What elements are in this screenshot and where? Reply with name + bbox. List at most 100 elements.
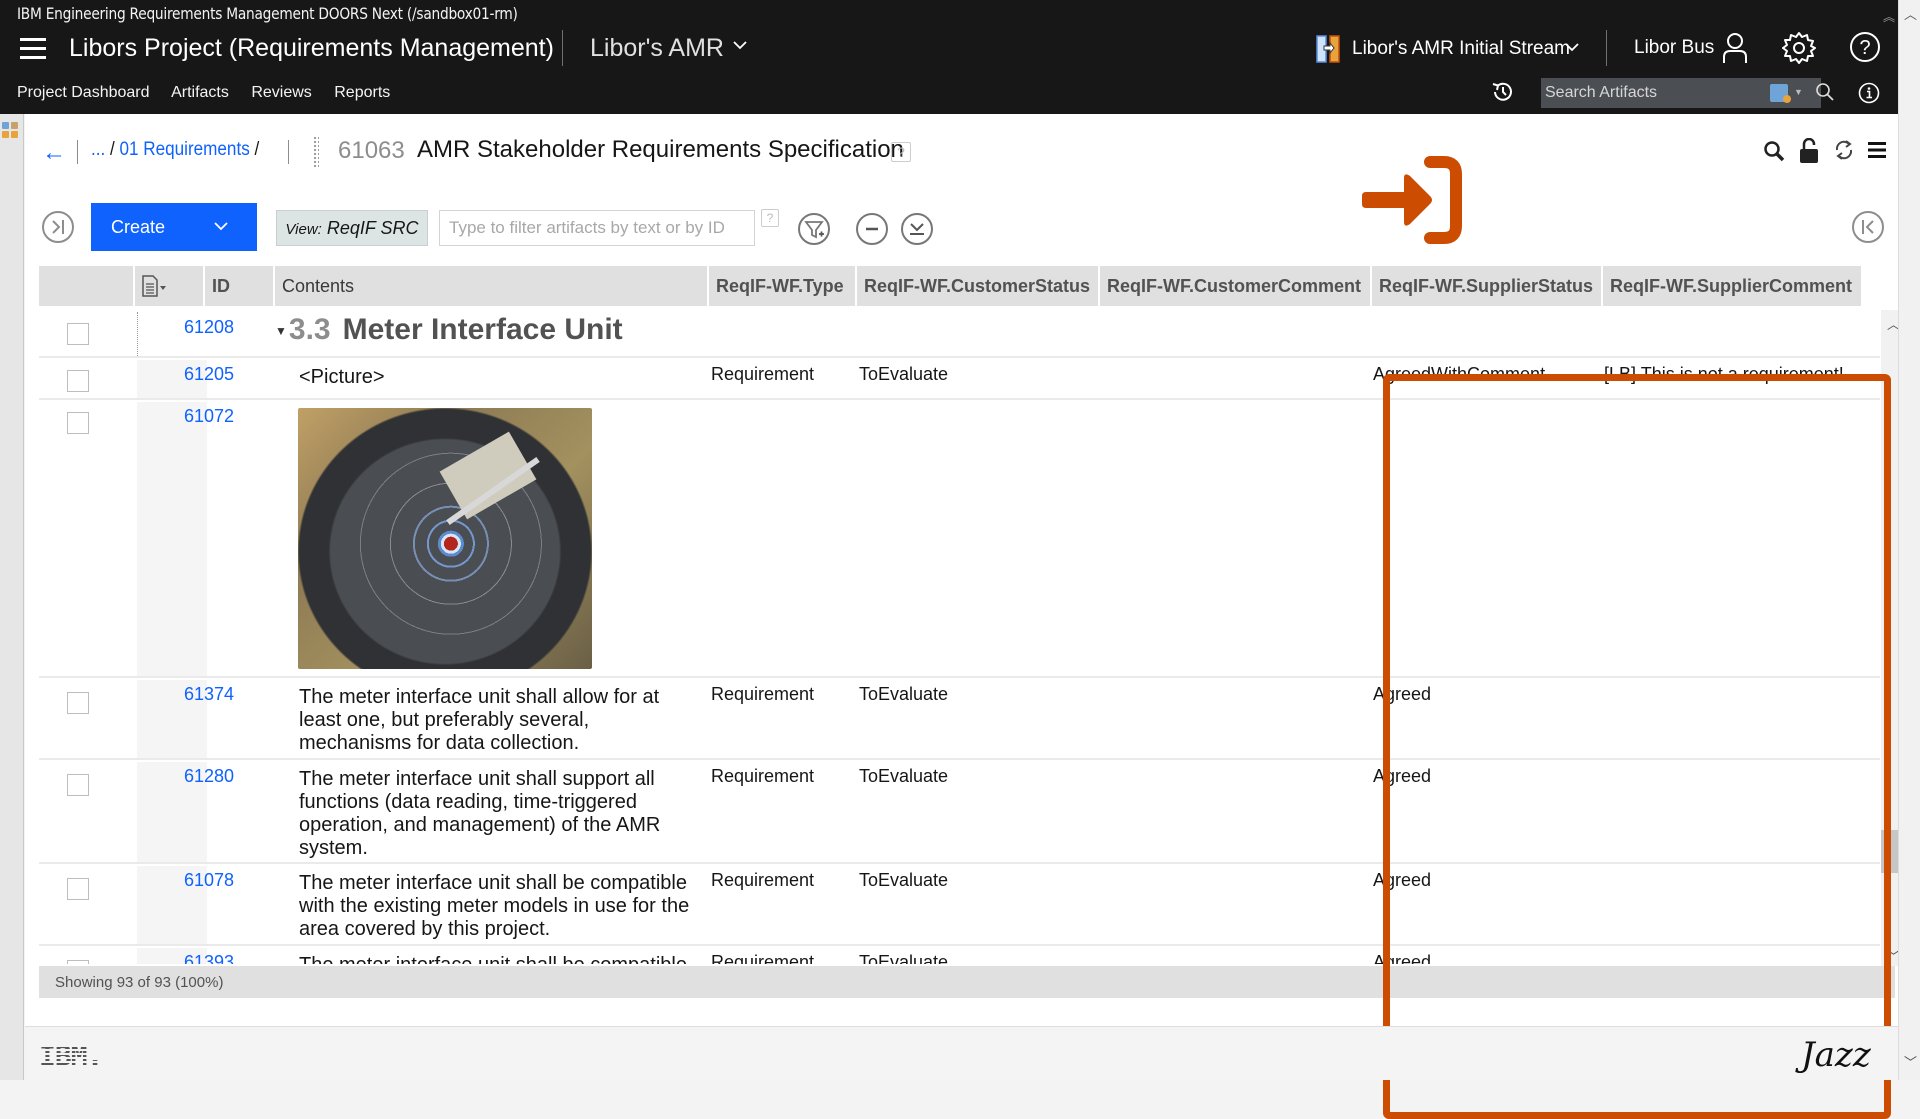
table-row[interactable]: 61280 The meter interface unit shall sup…: [39, 762, 1880, 864]
meter-photo-image[interactable]: [298, 408, 592, 669]
search-icon[interactable]: [1815, 82, 1835, 102]
caret-down-icon[interactable]: ▼: [1794, 87, 1803, 97]
table-row[interactable]: 61208 ▼3.3 Meter Interface Unit: [39, 312, 1880, 358]
cell-customer-status: ToEvaluate: [859, 364, 949, 384]
header-select-column[interactable]: [39, 266, 135, 306]
expand-sidebar-icon[interactable]: [41, 210, 75, 244]
add-filter-icon[interactable]: [797, 212, 831, 246]
row-checkbox[interactable]: [67, 774, 89, 796]
row-checkbox[interactable]: [67, 370, 89, 392]
search-scope-icon[interactable]: [1770, 84, 1791, 103]
row-checkbox[interactable]: [67, 692, 89, 714]
create-button-label: Create: [111, 217, 166, 237]
artifact-id-link[interactable]: 61078: [184, 870, 234, 891]
table-row[interactable]: 61205 <Picture> Requirement ToEvaluate A…: [39, 360, 1880, 400]
svg-text:?: ?: [1859, 37, 1870, 59]
column-header-type[interactable]: ReqIF-WF.Type: [709, 266, 857, 306]
column-header-customer-comment[interactable]: ReqIF-WF.CustomerComment: [1100, 266, 1372, 306]
chevron-down-icon[interactable]: [733, 38, 747, 52]
cell-supplier-status: Agreed: [1373, 870, 1432, 890]
nav-artifacts[interactable]: Artifacts: [171, 84, 229, 101]
row-select-cell: [39, 866, 137, 944]
back-arrow-icon[interactable]: ←: [42, 139, 66, 167]
row-select-cell: [39, 402, 137, 676]
refresh-icon[interactable]: [1833, 138, 1855, 162]
row-checkbox[interactable]: [67, 960, 89, 964]
annotation-arrow-icon: [1362, 156, 1462, 244]
scroll-up-icon[interactable]: ︿: [1904, 4, 1917, 23]
row-select-cell: [39, 762, 137, 862]
menu-icon[interactable]: [20, 38, 46, 60]
artifact-id-link[interactable]: 61280: [184, 766, 234, 787]
mini-dashboard-rail: [0, 114, 24, 1080]
view-selector[interactable]: View: ReqIF SRC: [276, 210, 428, 246]
module-editor: ← ... / 01 Requirements / 61063 AMR Stak…: [25, 114, 1905, 1119]
stream-selector[interactable]: Libor's AMR Initial Stream: [1352, 38, 1570, 60]
cell-customer-status: ToEvaluate: [859, 952, 949, 964]
module-title: AMR Stakeholder Requirements Specificati…: [417, 136, 904, 163]
app-title: IBM Engineering Requirements Management …: [17, 4, 518, 23]
breadcrumb-ellipsis[interactable]: ...: [91, 139, 105, 160]
history-icon[interactable]: [1491, 80, 1515, 104]
help-bubble-icon[interactable]: ?: [761, 209, 779, 227]
user-name[interactable]: Libor Bus: [1634, 37, 1714, 59]
artifact-id-link[interactable]: 61374: [184, 684, 234, 705]
scroll-down-icon[interactable]: ﹀: [1904, 1052, 1917, 1071]
help-bubble-icon[interactable]: ?: [891, 142, 911, 162]
breadcrumb-folder[interactable]: 01 Requirements: [120, 139, 250, 160]
column-header-id[interactable]: ID: [205, 266, 275, 306]
artifact-contents[interactable]: The meter interface unit shall be compat…: [299, 954, 694, 964]
mini-dashboard-icon[interactable]: [2, 122, 20, 140]
collapse-all-icon[interactable]: [855, 212, 889, 246]
chevron-down-icon[interactable]: [1565, 40, 1579, 54]
table-row[interactable]: 61374 The meter interface unit shall all…: [39, 680, 1880, 760]
breadcrumb-divider: [77, 140, 78, 164]
collapse-twisty-icon[interactable]: ▼: [275, 324, 287, 338]
collapse-header-icon[interactable]: ︽: [1883, 8, 1895, 25]
nav-reports[interactable]: Reports: [334, 84, 390, 101]
project-name[interactable]: Libors Project (Requirements Management): [69, 34, 554, 63]
row-checkbox[interactable]: [67, 323, 89, 345]
header-config-column[interactable]: [135, 266, 205, 306]
column-header-contents[interactable]: Contents: [275, 266, 709, 306]
artifact-contents[interactable]: The meter interface unit shall support a…: [299, 768, 694, 860]
artifact-id-link[interactable]: 61205: [184, 364, 234, 385]
component-selector[interactable]: Libor's AMR: [590, 34, 724, 63]
help-icon[interactable]: ?: [1849, 31, 1881, 63]
table-row[interactable]: 61078 The meter interface unit shall be …: [39, 866, 1880, 946]
column-header-supplier-status[interactable]: ReqIF-WF.SupplierStatus: [1372, 266, 1603, 306]
unlock-icon[interactable]: [1799, 138, 1819, 164]
filter-input[interactable]: [439, 210, 755, 246]
nav-reviews[interactable]: Reviews: [251, 84, 311, 101]
page-scrollbar[interactable]: ︿ ﹀: [1898, 0, 1920, 1080]
table-row[interactable]: 61072: [39, 402, 1880, 678]
search-input[interactable]: [1541, 78, 1761, 108]
column-config-icon[interactable]: [141, 275, 169, 297]
expand-all-icon[interactable]: [900, 212, 934, 246]
table-row[interactable]: 61393 The meter interface unit shall be …: [39, 948, 1880, 964]
row-checkbox[interactable]: [67, 878, 89, 900]
artifact-contents[interactable]: The meter interface unit shall allow for…: [299, 686, 694, 755]
row-checkbox[interactable]: [67, 412, 89, 434]
column-header-supplier-comment[interactable]: ReqIF-WF.SupplierComment: [1603, 266, 1863, 306]
create-button[interactable]: Create: [91, 203, 257, 251]
artifact-id-link[interactable]: 61393: [184, 952, 234, 964]
nav-project-dashboard[interactable]: Project Dashboard: [17, 84, 150, 101]
user-icon[interactable]: [1722, 32, 1748, 64]
menu-icon[interactable]: [1868, 141, 1886, 159]
drag-handle[interactable]: [313, 136, 319, 168]
showing-count: Showing 93 of 93 (100%): [55, 974, 224, 991]
collapse-sidebar-icon[interactable]: [1851, 210, 1885, 244]
artifact-id-link[interactable]: 61072: [184, 406, 234, 427]
breadcrumb-divider: [288, 140, 289, 164]
chevron-down-icon: [214, 222, 228, 231]
column-header-customer-status[interactable]: ReqIF-WF.CustomerStatus: [857, 266, 1100, 306]
image-detail: [439, 431, 537, 520]
artifact-id-link[interactable]: 61208: [184, 317, 234, 338]
search-icon[interactable]: [1763, 140, 1785, 162]
row-select-cell: [39, 360, 137, 398]
artifact-contents[interactable]: <Picture>: [299, 366, 694, 389]
artifact-contents[interactable]: The meter interface unit shall be compat…: [299, 872, 694, 941]
info-icon[interactable]: [1858, 82, 1880, 104]
gear-icon[interactable]: [1782, 31, 1816, 65]
